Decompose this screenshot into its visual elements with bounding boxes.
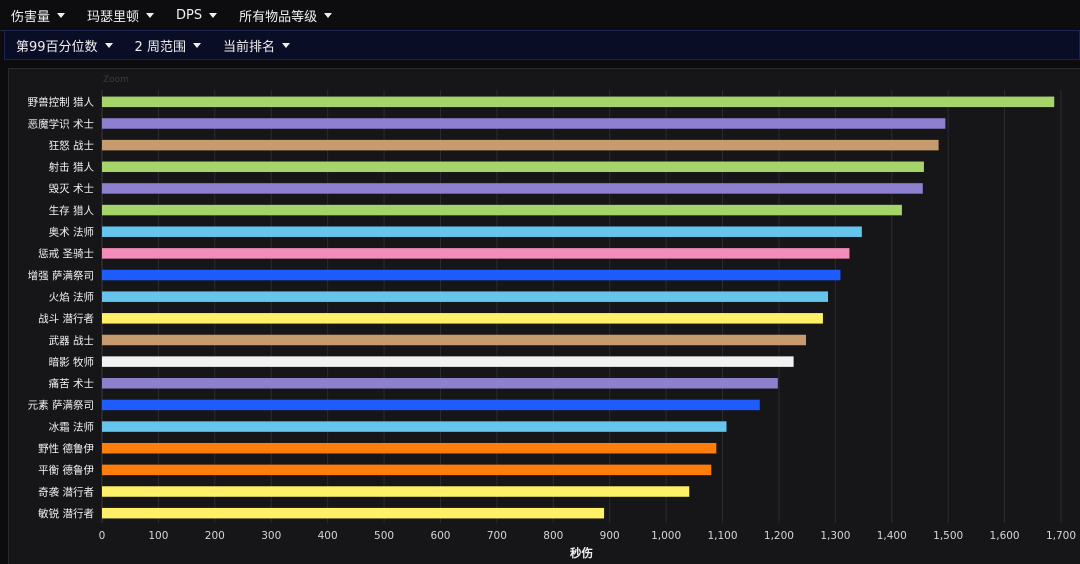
category-label: 武器 战士 [49,334,94,347]
x-tick-label: 700 [487,530,507,542]
category-label: 战斗 潜行者 [38,312,94,325]
category-label: 奥术 法师 [49,226,94,239]
x-tick-label: 1,100 [707,530,737,542]
x-tick-label: 1,000 [651,530,681,542]
category-label: 元素 萨满祭司 [28,399,94,412]
chart-x-ticks: 0 100 200 300 400 500 600 700 800 900 1,000 1,100 1,… [99,530,1076,542]
zoom-label: Zoom [103,75,129,85]
chart-bar[interactable] [102,161,924,173]
x-tick-label: 500 [374,530,394,542]
x-tick-label: 0 [99,530,106,542]
chart-gridlines [101,90,1062,523]
x-tick-label: 200 [205,530,225,542]
category-label: 增强 萨满祭司 [28,269,94,282]
chart-bar[interactable] [102,139,939,151]
chart-bar[interactable] [102,442,717,454]
chart-bar[interactable] [102,464,712,476]
x-tick-label: 1,300 [820,530,850,542]
x-tick-label: 1,400 [877,530,907,542]
category-label: 惩戒 圣骑士 [38,247,94,260]
category-label: 野兽控制 猎人 [28,96,95,109]
category-label: 冰霜 法师 [49,420,94,433]
category-label: 毁灭 术士 [49,182,94,195]
x-tick-label: 1,200 [764,530,794,542]
chart-bar[interactable] [102,226,862,237]
category-label: 奇袭 潜行者 [38,485,94,498]
chart-bar[interactable] [102,486,690,497]
category-label: 射击 猎人 [49,161,95,174]
chart-bar[interactable] [102,334,807,346]
category-label: 狂怒 战士 [49,139,94,152]
chart-bar[interactable] [102,291,829,302]
x-tick-label: 1,700 [1046,530,1076,542]
chart-bar[interactable] [102,204,902,216]
chart-bar[interactable] [102,378,778,389]
category-label: 野性 德鲁伊 [38,442,94,455]
x-tick-label: 800 [543,530,563,542]
x-axis-title: 秒伤 [570,546,593,560]
category-label: 敏锐 潜行者 [38,507,94,520]
x-tick-label: 600 [430,530,450,542]
x-tick-label: 1,600 [990,530,1020,542]
category-label: 火焰 法师 [49,290,94,303]
chart-bar[interactable] [102,356,794,367]
chart-bar[interactable] [102,269,841,281]
chart-bar[interactable] [102,183,923,194]
chart-bar[interactable] [102,421,727,432]
x-tick-label: 900 [600,530,620,542]
chart-bar[interactable] [102,399,760,411]
chart-bar[interactable] [102,313,823,324]
chart-category-labels: 野兽控制 猎人恶魔学识 术士狂怒 战士射击 猎人毁灭 术士生存 猎人奥术 法师惩… [28,96,95,520]
chart-bars [102,96,1055,519]
category-label: 暗影 牧师 [49,355,94,368]
chart-bar[interactable] [102,248,850,259]
chart-bar[interactable] [102,96,1055,108]
category-label: 痛苦 术士 [49,377,94,390]
category-label: 平衡 德鲁伊 [38,464,94,477]
x-tick-label: 1,500 [933,530,963,542]
chart-bar[interactable] [102,507,605,519]
x-tick-label: 100 [148,530,168,542]
category-label: 恶魔学识 术士 [28,117,94,130]
x-tick-label: 400 [318,530,338,542]
dps-bar-chart: Zoom 野兽控制 猎人恶魔学识 术士狂怒 战士射击 猎人毁灭 术士生存 猎人奥… [28,75,1076,560]
chart-bar[interactable] [102,118,946,129]
category-label: 生存 猎人 [49,204,95,217]
x-tick-label: 300 [261,530,281,542]
